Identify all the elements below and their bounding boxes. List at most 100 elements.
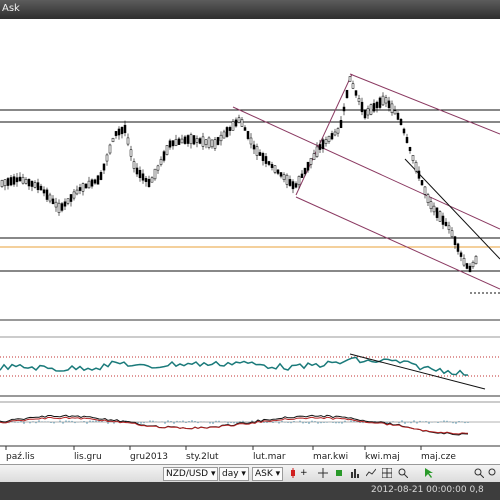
candle-body <box>39 185 43 191</box>
candle-body <box>63 201 67 207</box>
x-tick-label: maj.cze <box>421 452 456 462</box>
candle-body <box>306 161 310 171</box>
candle-body <box>423 186 427 195</box>
candle-body <box>366 108 370 116</box>
candle-body <box>168 140 172 148</box>
candle-body <box>474 255 478 265</box>
candle-body <box>399 118 403 126</box>
channel-line-upper[interactable] <box>349 73 500 135</box>
crosshair-icon[interactable] <box>318 468 328 478</box>
candle-body <box>69 194 73 202</box>
candle-body <box>426 194 430 203</box>
x-axis: paź.lis lis.gru gru2013 sty.2lut lut.mar mar.… <box>5 446 456 462</box>
candle-body <box>42 189 46 194</box>
status-text: 2012-08-21 00:00:00 0,8 <box>371 485 484 495</box>
candle-body <box>354 90 358 96</box>
channel-line-top[interactable] <box>232 106 500 230</box>
zoom-in-icon[interactable] <box>474 468 485 479</box>
candle-body <box>183 136 187 144</box>
candle-body <box>192 135 196 145</box>
candle-body <box>243 127 247 131</box>
grid-icon[interactable] <box>381 467 393 479</box>
candle-body <box>438 211 442 222</box>
candle-body <box>405 137 409 143</box>
candle-body <box>417 170 421 179</box>
window-titlebar[interactable]: Ask <box>0 0 500 19</box>
candle-body <box>246 131 250 139</box>
candle-body <box>450 230 454 238</box>
candle-body <box>459 252 463 257</box>
zoom-icon[interactable] <box>398 468 409 479</box>
candle-body <box>222 131 226 139</box>
candle-body <box>225 127 229 137</box>
candle-body <box>9 177 13 186</box>
candle-body <box>408 147 412 151</box>
candle-body <box>150 177 154 183</box>
candle-body <box>315 146 319 157</box>
candle-body <box>237 117 241 123</box>
channel-line-bottom[interactable] <box>295 196 500 290</box>
candle-body <box>111 137 115 143</box>
candle-body <box>198 138 202 144</box>
candle-body <box>312 153 316 160</box>
candle-body <box>207 137 211 148</box>
candle-body <box>27 178 31 187</box>
bar-chart-icon[interactable] <box>350 468 360 478</box>
candle-body <box>297 176 301 186</box>
candle-body <box>87 180 91 189</box>
candle-body <box>393 110 397 115</box>
quote-select[interactable]: ASK ▾ <box>252 467 284 481</box>
quote-label: ASK <box>255 469 273 479</box>
window-title: Ask <box>2 3 20 14</box>
candle-body <box>240 119 244 127</box>
candle-body <box>336 128 340 134</box>
x-tick-label: paź.lis <box>6 452 35 462</box>
candle-body <box>267 161 271 165</box>
candle-body <box>195 138 199 143</box>
chart-svg[interactable]: paź.lis lis.gru gru2013 sty.2lut lut.mar mar.… <box>0 19 500 464</box>
candle-body <box>90 179 94 187</box>
candle-body <box>333 131 337 136</box>
candle-body <box>60 203 64 211</box>
chart-area[interactable]: paź.lis lis.gru gru2013 sty.2lut lut.mar mar.… <box>0 19 500 464</box>
zoom-out-icon[interactable] <box>488 468 498 478</box>
candle-body <box>249 137 253 145</box>
candle-body <box>303 167 307 175</box>
candle-body <box>339 120 343 128</box>
candle-body <box>468 265 472 273</box>
period-label: day <box>222 469 239 479</box>
cursor-icon[interactable] <box>424 468 434 478</box>
candle-body <box>36 182 40 191</box>
candle-body <box>162 151 166 161</box>
candle-icon[interactable] <box>334 468 344 478</box>
candle-body <box>447 225 451 230</box>
candle-body <box>102 163 106 171</box>
x-tick-label: mar.kwi <box>313 452 348 462</box>
period-select[interactable]: day ▾ <box>219 467 249 481</box>
trend-line-rise[interactable] <box>295 73 353 196</box>
candle-body <box>66 198 70 204</box>
candle-body <box>177 138 181 145</box>
symbol-select[interactable]: NZD/USD ▾ <box>163 467 219 481</box>
candle-body <box>261 153 265 161</box>
candle-body <box>309 158 313 165</box>
candle-body <box>300 173 304 178</box>
candle-body <box>279 172 283 177</box>
candle-body <box>255 146 259 156</box>
x-tick-label: sty.2lut <box>186 452 219 462</box>
candle-body <box>282 174 286 180</box>
candle-body <box>123 124 127 134</box>
candle-body <box>444 221 448 227</box>
candle-body <box>24 179 28 184</box>
add-tab-button[interactable]: + <box>300 467 308 479</box>
candle-body <box>99 172 103 180</box>
x-tick-label: gru2013 <box>130 452 168 462</box>
candle-body <box>348 76 352 82</box>
candle-body <box>258 152 262 156</box>
candle-red-icon[interactable] <box>288 468 298 478</box>
candle-body <box>381 95 385 106</box>
line-chart-icon[interactable] <box>365 468 377 478</box>
candle-body <box>456 243 460 252</box>
candle-body <box>327 135 331 142</box>
osc-trend-line[interactable] <box>349 353 486 390</box>
